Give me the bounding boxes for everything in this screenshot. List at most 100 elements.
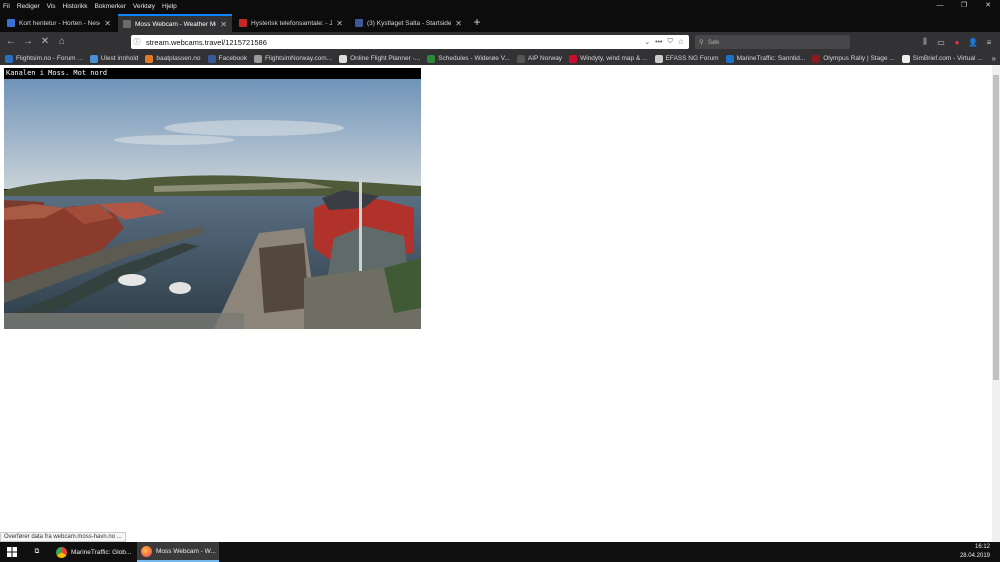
tab-title: Hysterisk telefonsamtale: - Jeg: [251, 19, 333, 27]
bookmarks-bar: Flightsim.no - Forum ... Ulest innhold baa…: [0, 52, 1000, 65]
bookmark-favicon-icon: [89, 54, 98, 63]
library-icon[interactable]: ⫼: [917, 37, 933, 47]
bookmark-favicon-icon: [145, 54, 154, 63]
taskbar-item-firefox[interactable]: Moss Webcam - W...: [137, 542, 219, 562]
status-bar: Overfører data fra webcam.moss-havn.no .…: [0, 532, 126, 542]
menu-file[interactable]: Fil: [3, 3, 10, 10]
bookmark-item[interactable]: AIP Norway: [516, 54, 563, 63]
bookmark-label: AIP Norway: [527, 55, 563, 62]
scrollbar[interactable]: [992, 65, 1000, 543]
menu-view[interactable]: Vis: [47, 3, 56, 10]
bookmark-favicon-icon: [812, 54, 821, 63]
bookmark-favicon-icon: [516, 54, 525, 63]
menu-tools[interactable]: Verktøy: [133, 3, 155, 10]
taskbar-item-label: MarineTraffic: Glob...: [71, 548, 132, 556]
home-button[interactable]: ⌂: [55, 35, 69, 49]
bookmark-item[interactable]: Facebook: [207, 54, 248, 63]
tab-horten[interactable]: Kort hentetur - Horten - Neson ✕: [2, 14, 116, 32]
bookmark-label: Olympus Rally | Stage ...: [823, 55, 895, 62]
bookmark-favicon-icon: [5, 54, 13, 63]
tab-close-icon[interactable]: ✕: [220, 20, 227, 29]
minimize-button[interactable]: —: [928, 0, 952, 12]
menu-bar: Fil Rediger Vis Historikk Bokmerker Verk…: [0, 0, 1000, 12]
webcam-image: Kanalen i Moss. Mot nord: [4, 68, 421, 329]
tab-hysterisk[interactable]: Hysterisk telefonsamtale: - Jeg ✕: [234, 14, 348, 32]
search-input[interactable]: ⚲ Søk: [695, 35, 850, 49]
clock-time: 16:12: [974, 544, 990, 550]
tab-favicon-icon: [123, 20, 131, 28]
tab-favicon-icon: [355, 19, 363, 27]
bookmark-item[interactable]: MarineTraffic: Sanntid...: [725, 54, 806, 63]
pocket-icon[interactable]: ⛉: [667, 38, 672, 46]
bookmark-label: Ulest innhold: [100, 55, 139, 62]
bookmark-item[interactable]: baatplassen.no: [145, 54, 201, 63]
back-button[interactable]: ←: [4, 35, 18, 49]
bookmark-label: baatplassen.no: [156, 55, 201, 62]
bookmark-item[interactable]: Ulest innhold: [89, 54, 139, 63]
tab-title: (3) Kystlaget Salta - Startside: [367, 19, 452, 27]
bookmark-label: MarineTraffic: Sanntid...: [736, 55, 806, 62]
bookmark-item[interactable]: Olympus Rally | Stage ...: [812, 54, 895, 63]
webcam-caption: Kanalen i Moss. Mot nord: [4, 68, 421, 79]
bookmark-label: Online Flight Planner -...: [350, 55, 421, 62]
tab-close-icon[interactable]: ✕: [104, 19, 111, 28]
bookmark-favicon-icon: [725, 54, 734, 63]
taskbar: ⧉ MarineTraffic: Glob... Moss Webcam - W…: [0, 542, 1000, 562]
bookmark-item[interactable]: Schedules - Widerøe V...: [427, 54, 510, 63]
forward-button[interactable]: →: [21, 35, 35, 49]
extension-icon[interactable]: ●: [949, 38, 965, 47]
bookmark-star-icon[interactable]: ☆: [678, 38, 684, 46]
stop-button[interactable]: ✕: [38, 35, 52, 49]
bookmark-label: Flightsim.no - Forum ...: [16, 55, 83, 62]
menu-edit[interactable]: Rediger: [17, 3, 40, 10]
task-view-button[interactable]: ⧉: [28, 542, 46, 562]
bookmark-favicon-icon: [901, 54, 910, 63]
bookmark-item[interactable]: Flightsim.no - Forum ...: [5, 54, 83, 63]
info-icon[interactable]: ⓘ: [131, 37, 143, 47]
tab-title: Kort hentetur - Horten - Neson: [19, 19, 101, 27]
tab-favicon-icon: [239, 19, 247, 27]
sidebar-icon[interactable]: ▭: [933, 38, 949, 47]
tab-close-icon[interactable]: ✕: [336, 19, 343, 28]
bookmark-item[interactable]: Windyty, wind map & ...: [569, 54, 648, 63]
toolbar-right: ⫼ ▭ ● 👤 ≡: [917, 35, 997, 49]
url-text[interactable]: stream.webcams.travel/1215721586: [143, 38, 644, 47]
chrome-icon: [56, 546, 67, 558]
menu-history[interactable]: Historikk: [63, 3, 88, 10]
menu-help[interactable]: Hjelp: [162, 3, 177, 10]
scrollbar-thumb[interactable]: [993, 75, 999, 380]
taskbar-item-chrome[interactable]: MarineTraffic: Glob...: [52, 542, 134, 562]
firefox-icon: [141, 545, 152, 557]
url-dropdown-icon[interactable]: ⌄: [644, 38, 650, 46]
clock-date: 28.04.2019: [959, 553, 990, 559]
bookmarks-overflow-icon[interactable]: »: [992, 52, 996, 65]
bookmark-favicon-icon: [654, 54, 663, 63]
bookmark-favicon-icon: [207, 54, 216, 63]
account-icon[interactable]: 👤: [965, 38, 981, 47]
menu-bookmarks[interactable]: Bokmerker: [94, 3, 125, 10]
bookmark-label: Facebook: [218, 55, 248, 62]
search-placeholder: Søk: [707, 38, 720, 46]
new-tab-button[interactable]: +: [471, 14, 483, 30]
windows-logo-icon: [7, 547, 17, 557]
close-window-button[interactable]: ✕: [976, 0, 1000, 12]
tab-kystlaget[interactable]: (3) Kystlaget Salta - Startside ✕: [350, 14, 467, 32]
bookmark-label: Schedules - Widerøe V...: [438, 55, 510, 62]
bookmark-item[interactable]: SimBrief.com - Virtual ...: [901, 54, 983, 63]
page-actions-icon[interactable]: •••: [655, 39, 662, 46]
maximize-button[interactable]: ❐: [952, 0, 976, 12]
start-button[interactable]: [2, 542, 22, 562]
system-clock[interactable]: 16:12 28.04.2019: [960, 542, 990, 562]
bookmark-item[interactable]: Online Flight Planner -...: [339, 54, 421, 63]
bookmark-item[interactable]: FlightsimNorway.com...: [254, 54, 332, 63]
bookmark-item[interactable]: EFASS NG Forum: [654, 54, 719, 63]
tab-close-icon[interactable]: ✕: [455, 19, 462, 28]
tab-moss-webcam[interactable]: Moss Webcam - Weather Moss ✕: [118, 14, 232, 32]
tab-favicon-icon: [7, 19, 15, 27]
bookmark-label: Windyty, wind map & ...: [580, 55, 648, 62]
search-icon: ⚲: [699, 39, 704, 46]
url-bar[interactable]: ⓘ stream.webcams.travel/1215721586 ⌄ •••…: [131, 35, 689, 49]
window-controls: — ❐ ✕: [928, 0, 1000, 12]
task-view-icon: ⧉: [34, 548, 40, 555]
menu-hamburger-icon[interactable]: ≡: [981, 38, 997, 47]
